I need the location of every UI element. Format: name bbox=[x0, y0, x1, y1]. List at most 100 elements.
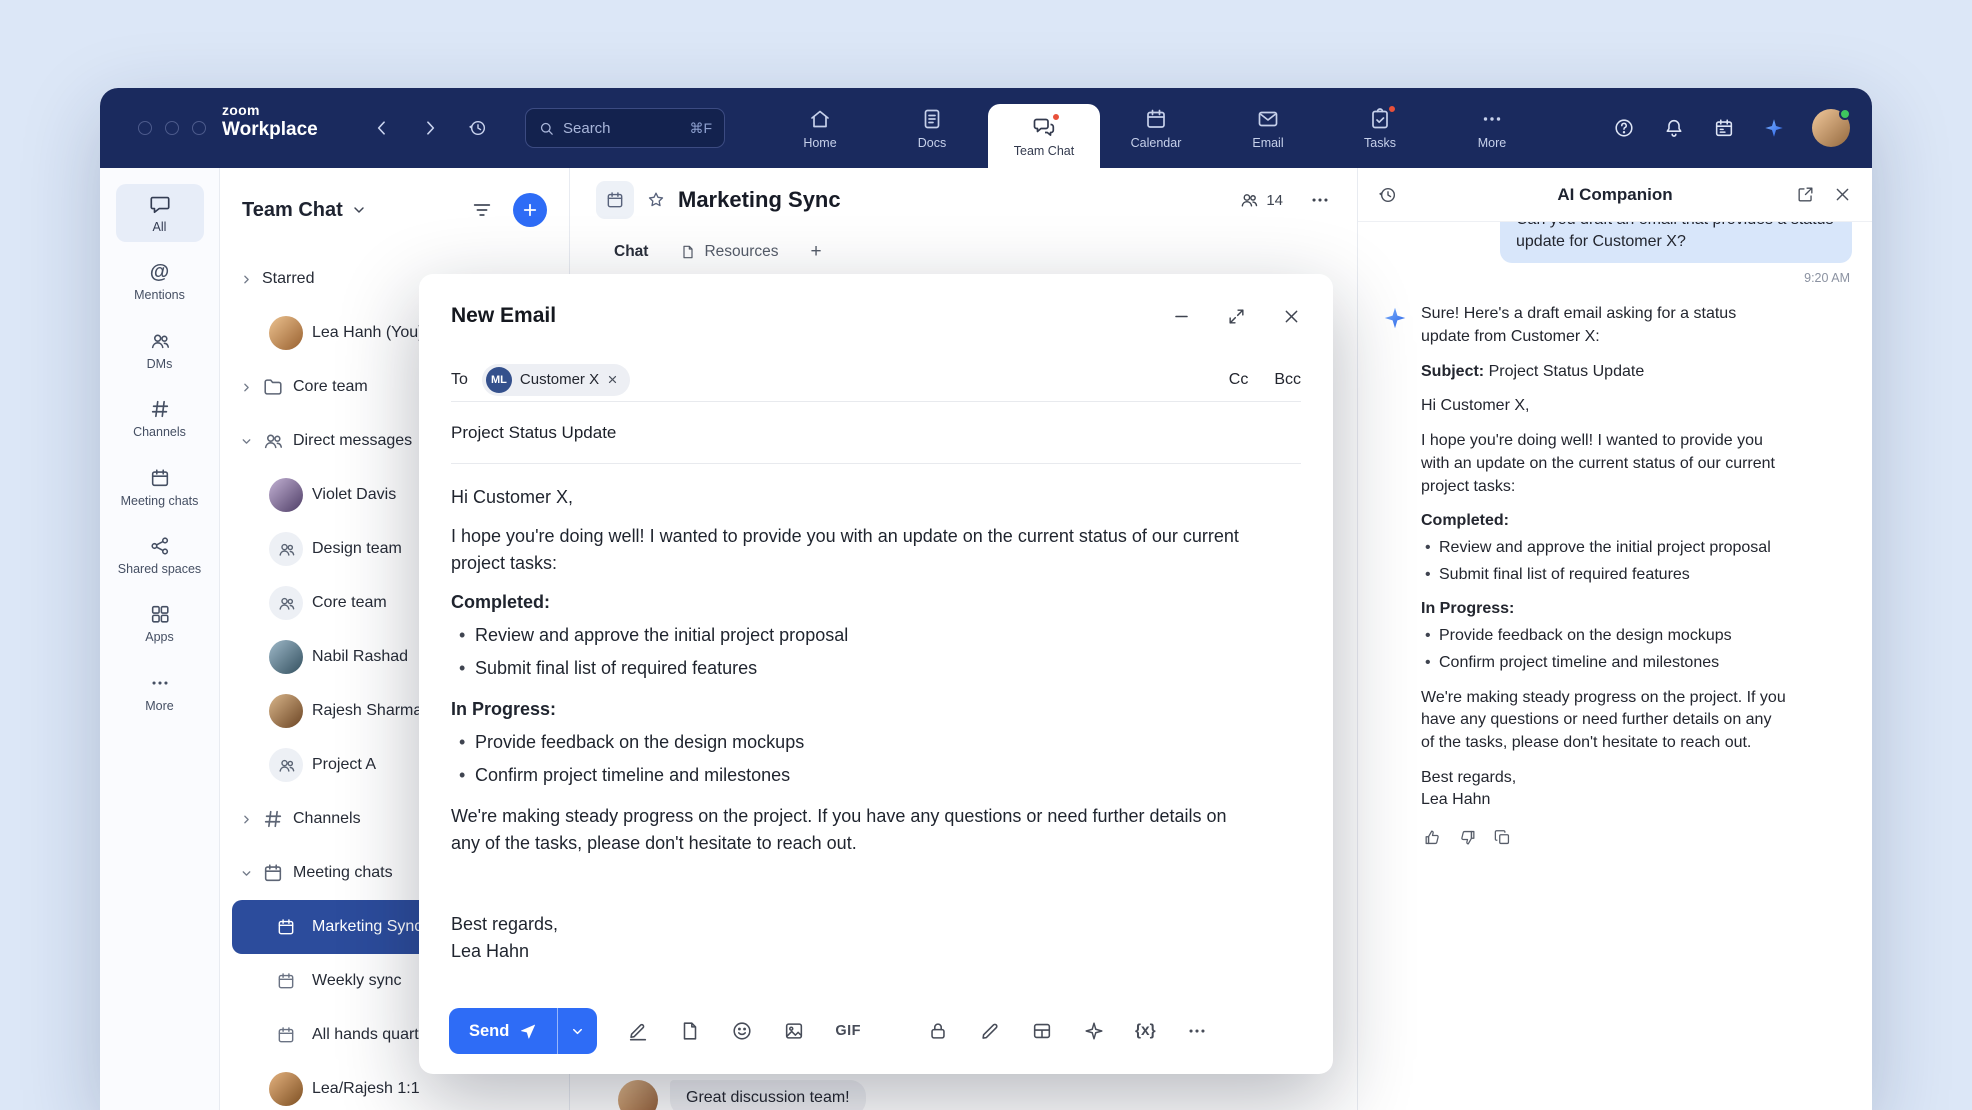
nav-history-group bbox=[370, 116, 490, 140]
team-avatar bbox=[269, 532, 303, 566]
ai-in-progress-label: In Progress: bbox=[1421, 598, 1787, 621]
nav-docs[interactable]: Docs bbox=[876, 88, 988, 168]
cc-bcc-group: Cc Bcc bbox=[1229, 371, 1301, 389]
meeting-chat-icon bbox=[269, 1018, 303, 1052]
brand-workplace: Workplace bbox=[222, 120, 318, 141]
signature-icon[interactable] bbox=[627, 1020, 649, 1042]
history-icon[interactable] bbox=[466, 116, 490, 140]
more-icon[interactable] bbox=[1309, 189, 1331, 211]
tab-chat[interactable]: Chat bbox=[614, 243, 648, 261]
nav-calendar[interactable]: Calendar bbox=[1100, 88, 1212, 168]
nav-tasks[interactable]: Tasks bbox=[1324, 88, 1436, 168]
team-avatar bbox=[269, 748, 303, 782]
help-icon[interactable] bbox=[1612, 116, 1636, 140]
layout-icon[interactable] bbox=[1031, 1020, 1053, 1042]
recipient-chip[interactable]: ML Customer X bbox=[482, 364, 630, 396]
rail-item-shared-spaces[interactable]: Shared spaces bbox=[116, 526, 204, 584]
minimize-icon[interactable] bbox=[1172, 307, 1191, 326]
expand-icon[interactable] bbox=[1227, 307, 1246, 326]
rail-item-more[interactable]: More bbox=[116, 663, 204, 721]
pencil-icon[interactable] bbox=[979, 1020, 1001, 1042]
new-chat-button[interactable] bbox=[513, 193, 547, 227]
send-icon bbox=[519, 1022, 537, 1040]
rail-item-meeting-chats[interactable]: Meeting chats bbox=[116, 458, 204, 516]
email-body-editor[interactable]: Hi Customer X, I hope you're doing well!… bbox=[419, 464, 1333, 988]
calendar-date-icon[interactable] bbox=[1712, 116, 1736, 140]
calendar-icon bbox=[1144, 107, 1168, 131]
search-bar[interactable]: ⌘F bbox=[525, 108, 725, 148]
maximize-window-button[interactable] bbox=[192, 121, 206, 135]
close-icon[interactable] bbox=[1282, 307, 1301, 326]
close-icon[interactable] bbox=[1833, 185, 1852, 204]
compose-toolbar: Send GIF {x} bbox=[419, 988, 1333, 1074]
emoji-icon[interactable] bbox=[731, 1020, 753, 1042]
nav-home[interactable]: Home bbox=[764, 88, 876, 168]
chevron-down-icon[interactable] bbox=[351, 202, 367, 218]
people-icon bbox=[262, 430, 284, 452]
copy-icon[interactable] bbox=[1493, 828, 1512, 847]
send-options-button[interactable] bbox=[557, 1008, 597, 1054]
left-rail: All @ Mentions DMs Channels Meeting chat… bbox=[100, 168, 220, 1110]
image-icon[interactable] bbox=[783, 1020, 805, 1042]
open-external-icon[interactable] bbox=[1796, 185, 1815, 204]
rail-item-channels[interactable]: Channels bbox=[116, 389, 204, 447]
more-icon[interactable] bbox=[1186, 1020, 1208, 1042]
members-button[interactable]: 14 bbox=[1239, 190, 1283, 210]
bcc-button[interactable]: Bcc bbox=[1274, 371, 1301, 389]
ai-subject-line: Subject: Project Status Update bbox=[1421, 361, 1787, 384]
forward-button[interactable] bbox=[418, 116, 442, 140]
recipient-field[interactable]: To ML Customer X Cc Bcc bbox=[451, 358, 1301, 402]
folder-icon bbox=[262, 376, 284, 398]
avatar bbox=[269, 694, 303, 728]
nav-team-chat[interactable]: Team Chat bbox=[988, 104, 1100, 168]
search-input[interactable] bbox=[563, 120, 681, 137]
filter-icon[interactable] bbox=[471, 199, 493, 221]
rail-item-dms[interactable]: DMs bbox=[116, 321, 204, 379]
avatar bbox=[269, 478, 303, 512]
user-avatar[interactable] bbox=[1812, 109, 1850, 147]
history-icon[interactable] bbox=[1378, 185, 1398, 205]
window-controls bbox=[138, 121, 206, 135]
resources-icon bbox=[680, 244, 696, 260]
notifications-icon[interactable] bbox=[1662, 116, 1686, 140]
thumbs-up-icon[interactable] bbox=[1423, 828, 1442, 847]
nav-more[interactable]: More bbox=[1436, 88, 1548, 168]
ai-sparkle-icon[interactable] bbox=[1762, 116, 1786, 140]
email-in-progress-label: In Progress: bbox=[451, 696, 1241, 723]
back-button[interactable] bbox=[370, 116, 394, 140]
chat-list-title[interactable]: Team Chat bbox=[242, 199, 343, 222]
tab-resources[interactable]: Resources bbox=[680, 243, 778, 261]
to-label: To bbox=[451, 371, 468, 389]
email-icon bbox=[1256, 107, 1280, 131]
send-button[interactable]: Send bbox=[449, 1008, 557, 1054]
chevron-down-icon bbox=[240, 435, 253, 448]
ai-intro: Sure! Here's a draft email asking for a … bbox=[1421, 303, 1787, 348]
unread-badge bbox=[1051, 112, 1061, 122]
thumbs-down-icon[interactable] bbox=[1458, 828, 1477, 847]
close-window-button[interactable] bbox=[138, 121, 152, 135]
star-icon[interactable] bbox=[646, 190, 666, 210]
rail-item-apps[interactable]: Apps bbox=[116, 594, 204, 652]
timestamp: 9:20 AM bbox=[1358, 271, 1850, 285]
rail-item-all[interactable]: All bbox=[116, 184, 204, 242]
rail-item-mentions[interactable]: @ Mentions bbox=[116, 252, 204, 310]
variables-button[interactable]: {x} bbox=[1135, 1022, 1156, 1040]
gif-button[interactable]: GIF bbox=[835, 1023, 861, 1039]
ai-sparkle-icon[interactable] bbox=[1083, 1020, 1105, 1042]
avatar bbox=[269, 640, 303, 674]
add-tab-button[interactable]: + bbox=[811, 241, 822, 263]
minimize-window-button[interactable] bbox=[165, 121, 179, 135]
ai-sparkle-icon bbox=[1382, 305, 1408, 331]
template-icon[interactable] bbox=[679, 1020, 701, 1042]
email-closing: We're making steady progress on the proj… bbox=[451, 803, 1241, 857]
remove-recipient-icon[interactable] bbox=[607, 374, 618, 385]
lock-icon[interactable] bbox=[927, 1020, 949, 1042]
docs-icon bbox=[920, 107, 944, 131]
cc-button[interactable]: Cc bbox=[1229, 371, 1249, 389]
channel-actions: 14 bbox=[1239, 189, 1331, 211]
nav-email[interactable]: Email bbox=[1212, 88, 1324, 168]
ai-feedback-actions bbox=[1423, 828, 1787, 847]
people-icon bbox=[149, 330, 171, 352]
more-icon bbox=[1480, 107, 1504, 131]
subject-field[interactable]: Project Status Update bbox=[451, 402, 1301, 464]
